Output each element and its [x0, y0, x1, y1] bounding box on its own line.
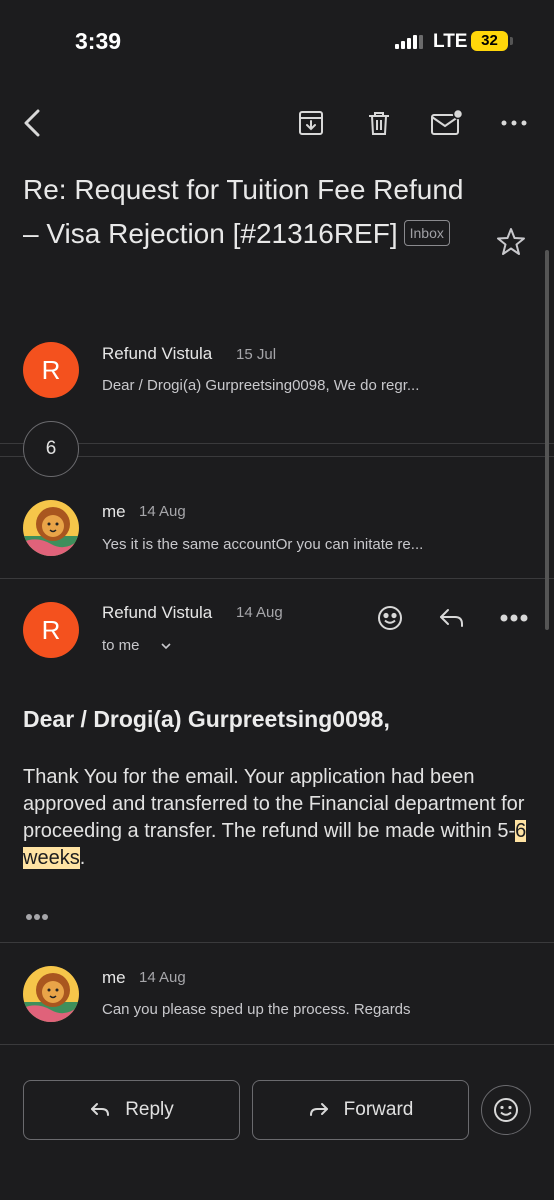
collapsed-messages-count[interactable]: 6 — [23, 421, 79, 477]
email-subject: Re: Request for Tuition Fee Refund – Vis… — [23, 168, 483, 256]
trash-icon — [369, 112, 389, 135]
toolbar — [0, 95, 554, 151]
reply-icon — [440, 609, 463, 627]
sender-name: Refund Vistula — [102, 603, 213, 622]
message-divider — [0, 578, 554, 579]
message-date: 15 Jul — [236, 346, 277, 363]
body-text-end: . — [79, 847, 86, 869]
avatar — [23, 966, 79, 1022]
recipient-details[interactable]: to me — [102, 637, 140, 654]
reply-button[interactable] — [428, 590, 476, 646]
clock: 3:39 — [75, 28, 122, 54]
archive-icon — [299, 111, 323, 135]
star-icon[interactable] — [494, 225, 528, 259]
back-button[interactable] — [8, 95, 56, 151]
delete-button[interactable] — [355, 95, 403, 151]
scrollbar[interactable] — [545, 250, 549, 630]
thread-divider — [0, 456, 554, 457]
more-horizontal-icon — [501, 120, 527, 126]
battery-indicator: 32 — [471, 31, 508, 51]
subject-text: Re: Request for Tuition Fee Refund – Vis… — [23, 174, 464, 249]
chevron-down-icon[interactable] — [160, 641, 172, 651]
mark-unread-button[interactable] — [422, 95, 470, 151]
sender-name: me — [102, 968, 126, 987]
more-horizontal-icon — [500, 614, 528, 622]
emoji-icon — [378, 606, 402, 630]
network-type: LTE — [433, 31, 468, 52]
highlighted-term: 6 — [515, 820, 527, 842]
emoji-icon — [494, 1098, 518, 1122]
reply-action-button[interactable]: Reply — [23, 1080, 240, 1140]
message-more-button[interactable] — [490, 590, 538, 646]
avatar — [23, 500, 79, 556]
archive-button[interactable] — [287, 95, 335, 151]
cellular-signal-icon — [395, 33, 423, 49]
reply-label: Reply — [125, 1099, 174, 1120]
message-body: Thank You for the email. Your applicatio… — [23, 764, 533, 872]
avatar: R — [23, 342, 79, 398]
status-bar: 3:39 LTE 32 — [0, 0, 554, 80]
sender-name: Refund Vistula — [102, 344, 213, 363]
message-greeting: Dear / Drogi(a) Gurpreetsing0098, — [23, 706, 390, 732]
inbox-label-chip[interactable]: Inbox — [403, 220, 450, 246]
message-snippet: Can you please sped up the process. Rega… — [102, 1001, 411, 1018]
highlighted-term: weeks — [23, 847, 80, 869]
forward-label: Forward — [343, 1099, 414, 1120]
lion-avatar-image — [23, 500, 79, 556]
forward-icon — [309, 1103, 328, 1116]
thread-divider — [0, 443, 554, 444]
reply-icon — [91, 1103, 110, 1116]
message-divider — [0, 942, 554, 943]
avatar: R — [23, 602, 79, 658]
message-snippet: Dear / Drogi(a) Gurpreetsing0098, We do … — [102, 377, 420, 394]
forward-action-button[interactable]: Forward — [252, 1080, 469, 1140]
show-trimmed-content-icon[interactable] — [23, 907, 53, 927]
lion-avatar-image — [23, 966, 79, 1022]
message-date: 14 Aug — [139, 503, 186, 520]
body-text: Thank You for the email. Your applicatio… — [23, 766, 525, 842]
add-reaction-button[interactable] — [366, 590, 414, 646]
message-date: 14 Aug — [236, 604, 283, 621]
message-divider — [0, 1044, 554, 1045]
message-date: 14 Aug — [139, 969, 186, 986]
sender-name: me — [102, 502, 126, 521]
emoji-reaction-button[interactable] — [481, 1085, 531, 1135]
mark-unread-icon — [431, 108, 463, 135]
message-snippet: Yes it is the same accountOr you can ini… — [102, 536, 424, 553]
more-options-button[interactable] — [490, 95, 538, 151]
back-arrow-icon — [24, 109, 40, 137]
battery-nub — [510, 37, 513, 45]
